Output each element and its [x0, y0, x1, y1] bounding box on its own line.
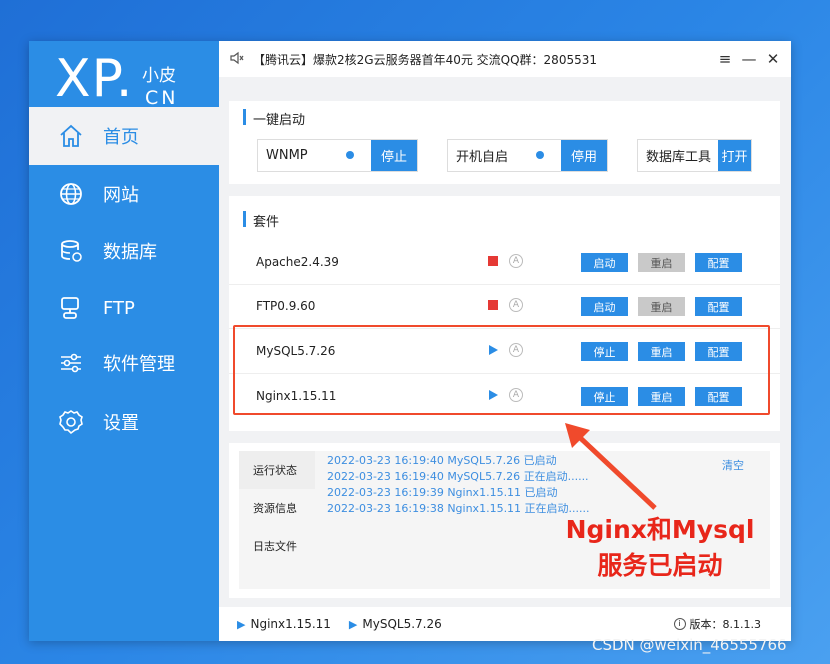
dbtool-open-button[interactable]: 打开 [718, 140, 751, 171]
log-line: 2022-03-23 16:19:40 MySQL5.7.26 已启动 [327, 454, 557, 467]
annotation-line-2: 服务已启动 [597, 551, 723, 580]
sidebar-item-label: 网站 [103, 185, 139, 206]
sidebar-item-label: 首页 [103, 127, 139, 148]
running-service-mysql: ▶ MySQL5.7.26 [349, 617, 442, 631]
close-button[interactable]: ✕ [761, 50, 785, 68]
ad-banner-text[interactable]: 【腾讯云】爆款2核2G云服务器首年40元 交流QQ群：2805531 [253, 51, 713, 68]
tab-resource-info[interactable]: 资源信息 [239, 489, 315, 527]
wnmp-label: WNMP [266, 148, 308, 163]
sidebar-item-database[interactable]: 数据库 [29, 222, 219, 280]
gear-icon [57, 408, 85, 436]
running-service-nginx: ▶ Nginx1.15.11 [237, 617, 331, 631]
tab-run-status[interactable]: 运行状态 [239, 451, 315, 489]
stopped-status-icon [488, 256, 498, 266]
sidebar-item-label: 设置 [103, 413, 139, 434]
play-icon: ▶ [348, 617, 358, 631]
service-name: Apache2.4.39 [256, 255, 339, 269]
autostart-icon[interactable]: A [509, 254, 523, 268]
annotation-text: Nginx和Mysql 服务已启动 [550, 512, 770, 584]
logo: XP. 小皮 CN [55, 49, 215, 109]
version-info: i 版本：8.1.1.3 [673, 616, 761, 632]
log-line: 2022-03-23 16:19:40 MySQL5.7.26 正在启动....… [327, 470, 589, 483]
config-button[interactable]: 配置 [695, 297, 742, 316]
server-icon [57, 294, 85, 322]
restart-button[interactable]: 重启 [638, 253, 685, 272]
section-title-quickstart: 一键启动 [243, 109, 305, 128]
sidebar-item-label: 软件管理 [103, 354, 175, 375]
info-icon: i [673, 618, 686, 630]
minimize-button[interactable]: — [737, 50, 761, 68]
play-icon: ▶ [237, 617, 246, 631]
config-button[interactable]: 配置 [695, 253, 742, 272]
annotation-arrow [565, 423, 657, 510]
log-line: 2022-03-23 16:19:39 Nginx1.15.11 已启动 [327, 486, 558, 499]
autostart-disable-button[interactable]: 停用 [561, 140, 607, 171]
globe-icon [57, 180, 85, 208]
home-icon [57, 122, 85, 150]
running-service-label: MySQL5.7.26 [362, 617, 442, 631]
dbtool-control: 数据库工具 打开 [637, 139, 752, 172]
service-row-ftp: FTP0.9.60 A 启动 重启 配置 [229, 285, 780, 329]
stopped-status-icon [488, 300, 498, 310]
restart-button[interactable]: 重启 [638, 297, 685, 316]
annotation-line-1: Nginx和Mysql [565, 515, 755, 544]
status-dot [346, 151, 354, 159]
sidebar-item-label: FTP [103, 297, 135, 319]
service-name: FTP0.9.60 [256, 299, 316, 313]
tab-log-files[interactable]: 日志文件 [239, 527, 315, 565]
sidebar-item-home[interactable]: 首页 [29, 107, 219, 165]
sidebar-item-label: 数据库 [103, 242, 157, 263]
speaker-icon [229, 50, 245, 69]
logo-small: 小皮 [142, 66, 176, 86]
sidebar-item-settings[interactable]: 设置 [29, 393, 219, 451]
start-button[interactable]: 启动 [581, 253, 628, 272]
wnmp-stop-button[interactable]: 停止 [371, 140, 417, 171]
logo-cn: CN [145, 87, 179, 109]
start-button[interactable]: 启动 [581, 297, 628, 316]
quickstart-card: 一键启动 WNMP 停止 开机自启 停用 数据库工具 打开 [229, 101, 780, 184]
sliders-icon [57, 349, 85, 377]
annotation-highlight-box [233, 325, 770, 415]
wnmp-control: WNMP 停止 [257, 139, 418, 172]
watermark: CSDN @weixin_46555766 [592, 636, 787, 654]
status-dot [536, 151, 544, 159]
database-icon [57, 237, 85, 265]
autostart-control: 开机自启 停用 [447, 139, 608, 172]
dbtool-label: 数据库工具 [646, 150, 712, 165]
section-title-suite: 套件 [243, 211, 279, 230]
logo-xp: XP. [55, 49, 134, 109]
autostart-icon[interactable]: A [509, 298, 523, 312]
log-tabs: 运行状态 资源信息 日志文件 [239, 451, 315, 589]
version-label: 版本：8.1.1.3 [689, 618, 761, 631]
sidebar-item-ftp[interactable]: FTP [29, 279, 219, 337]
titlebar: 【腾讯云】爆款2核2G云服务器首年40元 交流QQ群：2805531 ≡ — ✕ [219, 41, 791, 77]
service-row-apache: Apache2.4.39 A 启动 重启 配置 [229, 241, 780, 285]
menu-button[interactable]: ≡ [713, 50, 737, 68]
sidebar-item-website[interactable]: 网站 [29, 165, 219, 223]
sidebar: XP. 小皮 CN 首页 网站 数据库 FTP 软件管理 设置 [29, 41, 219, 641]
sidebar-item-software[interactable]: 软件管理 [29, 334, 219, 392]
autostart-label: 开机自启 [456, 150, 509, 165]
running-service-label: Nginx1.15.11 [250, 617, 331, 631]
clear-log-link[interactable]: 清空 [722, 457, 744, 473]
